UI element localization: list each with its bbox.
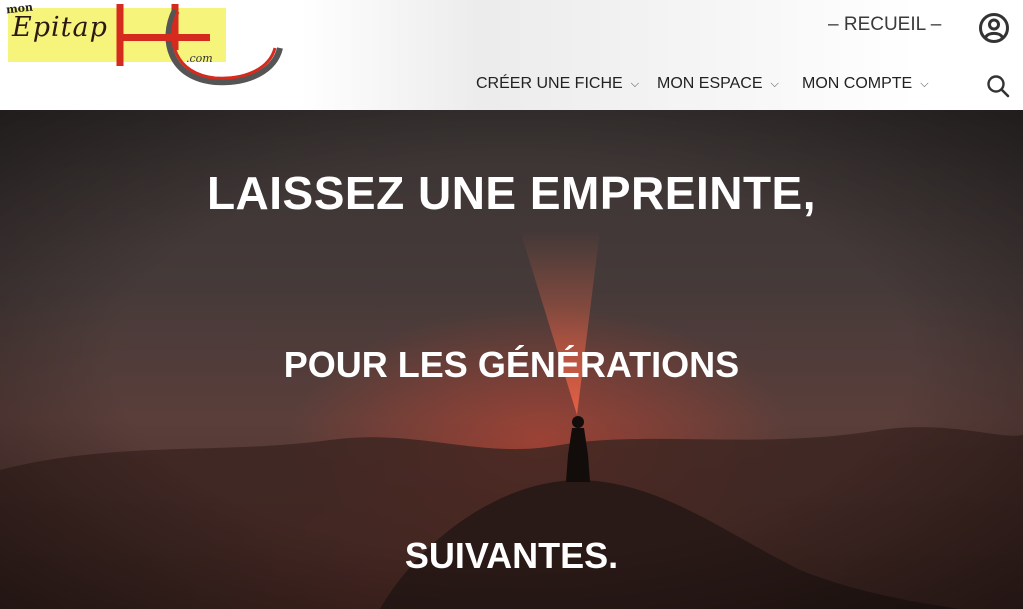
chevron-down-icon: ⌵ [630, 77, 640, 90]
hero-banner: LAISSEZ UNE EMPREINTE, POUR LES GÉNÉRATI… [0, 110, 1023, 609]
logo-text: Epitap [12, 12, 108, 43]
recueil-link[interactable]: – RECUEIL – [828, 14, 941, 36]
nav-item-label: MON COMPTE [802, 75, 913, 92]
site-logo[interactable]: mon Epitap .com [0, 0, 290, 92]
logo-suffix: .com [186, 52, 213, 65]
nav-item-mon-espace[interactable]: MON ESPACE ⌵ [657, 75, 779, 93]
site-header: mon Epitap .com – RECUEIL – CRÉER UNE FI… [0, 0, 1023, 110]
hero-headline-line-1: LAISSEZ UNE EMPREINTE, [206, 167, 817, 219]
logo-bar [118, 34, 210, 41]
account-circle-icon[interactable] [978, 12, 1010, 44]
chevron-down-icon: ⌵ [920, 77, 929, 90]
nav-item-label: MON ESPACE [657, 75, 763, 92]
nav-item-mon-compte[interactable]: MON COMPTE ⌵ [802, 75, 929, 93]
nav-item-creer-fiche[interactable]: CRÉER UNE FICHE ⌵ [476, 75, 639, 93]
hero-headline-line-3: SUIVANTES. [404, 535, 619, 576]
nav-item-label: CRÉER UNE FICHE [476, 75, 623, 92]
chevron-down-icon: ⌵ [770, 77, 779, 90]
hero-headline-line-2: POUR LES GÉNÉRATIONS [283, 344, 740, 385]
search-icon[interactable] [986, 74, 1010, 98]
